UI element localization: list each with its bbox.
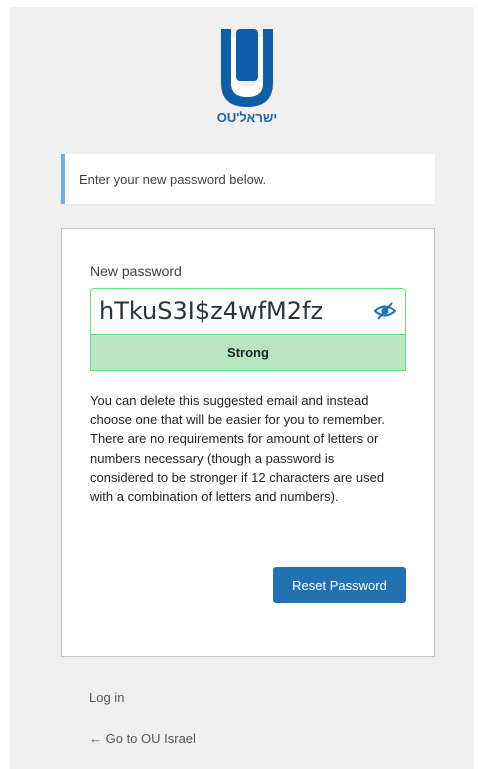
password-label: New password bbox=[90, 263, 182, 279]
info-message: Enter your new password below. bbox=[61, 154, 435, 204]
site-logo[interactable]: OU'ישראל bbox=[207, 27, 287, 127]
password-hint: You can delete this suggested email and … bbox=[90, 393, 385, 505]
ou-logo-icon bbox=[221, 29, 273, 107]
reset-password-form: New password Strong You can delete this … bbox=[61, 228, 435, 657]
eye-slash-icon bbox=[374, 302, 396, 320]
info-message-text: Enter your new password below. bbox=[79, 171, 267, 187]
back-to-site-link[interactable]: ← Go to OU Israel bbox=[89, 731, 196, 746]
reset-password-button[interactable]: Reset Password bbox=[273, 567, 406, 603]
toggle-password-visibility-button[interactable] bbox=[371, 298, 399, 324]
password-strength-meter: Strong bbox=[90, 334, 406, 371]
password-field-wrapper bbox=[90, 288, 406, 334]
password-input[interactable] bbox=[91, 289, 361, 333]
login-link[interactable]: Log in bbox=[89, 690, 124, 705]
logo-text: OU'ישראל bbox=[216, 110, 278, 125]
